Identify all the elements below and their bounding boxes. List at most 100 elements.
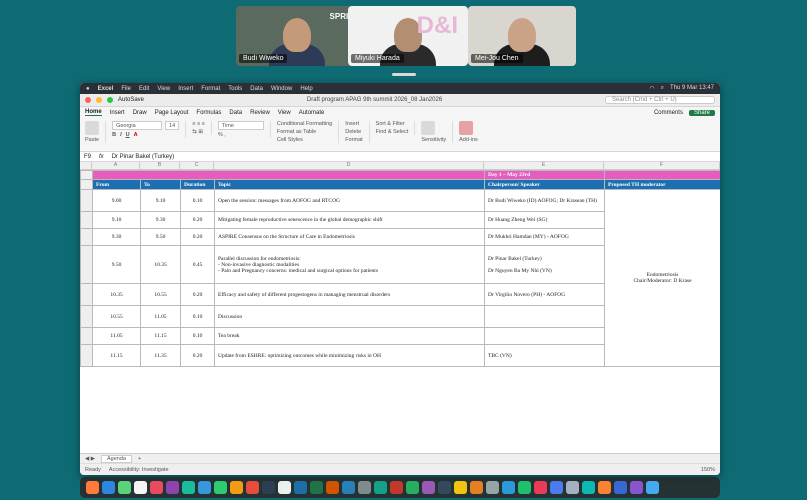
dock-app-icon[interactable] <box>486 481 499 494</box>
dock-app-icon[interactable] <box>470 481 483 494</box>
cell-to[interactable]: 9.30 <box>140 211 181 229</box>
row-number[interactable] <box>80 344 93 367</box>
column-header[interactable]: C <box>180 162 214 169</box>
cell-moderator[interactable]: Endometriosis Chair/Moderator: D Krase <box>604 189 720 367</box>
dock-app-icon[interactable] <box>150 481 163 494</box>
menu-format[interactable]: Format <box>201 86 220 92</box>
menu-insert[interactable]: Insert <box>178 86 193 92</box>
cell-from[interactable]: 10.35 <box>92 283 141 306</box>
dock-app-icon[interactable] <box>502 481 515 494</box>
insert-button[interactable]: Insert <box>345 121 362 127</box>
cell-duration[interactable]: 0.20 <box>180 344 215 367</box>
cell-to[interactable]: 11.35 <box>140 344 181 367</box>
video-tile-budi[interactable]: SPRIN Budi Wiweko <box>236 6 358 66</box>
cell-speaker[interactable] <box>484 305 605 328</box>
header-moderator[interactable]: Proposed TH moderator <box>604 179 720 190</box>
sort-filter-button[interactable]: Sort & Filter <box>376 121 409 127</box>
format-as-table-button[interactable]: Format as Table <box>277 129 332 135</box>
cell-duration[interactable]: 0.10 <box>180 305 215 328</box>
align-icon[interactable]: ≡ ≡ ≡ <box>192 121 205 127</box>
dock-app-icon[interactable] <box>166 481 179 494</box>
row-number[interactable] <box>80 179 93 190</box>
dock-app-icon[interactable] <box>646 481 659 494</box>
font-name-select[interactable]: Georgia <box>112 121 163 130</box>
dock-app-icon[interactable] <box>614 481 627 494</box>
clock[interactable]: Thu 9 Mar 13:47 <box>670 85 714 92</box>
table-cell[interactable] <box>604 170 720 180</box>
conditional-formatting-button[interactable]: Conditional Formatting <box>277 121 332 127</box>
spreadsheet-grid[interactable]: Day 1 – May 23rd From To Duration Topic … <box>80 170 720 410</box>
table-cell[interactable] <box>92 170 485 180</box>
dock-app-icon[interactable] <box>630 481 643 494</box>
cell-topic[interactable]: ASPIRE Consensus on the Structure of Car… <box>214 228 485 246</box>
sensitivity-icon[interactable] <box>421 121 436 135</box>
cell-duration[interactable]: 0.20 <box>180 228 215 246</box>
dock-app-icon[interactable] <box>342 481 355 494</box>
delete-button[interactable]: Delete <box>345 129 362 135</box>
add-sheet-button[interactable]: + <box>138 456 141 462</box>
video-tile-mei-jou[interactable]: Mei-Jou Chen <box>468 6 576 66</box>
format-button[interactable]: Format <box>345 137 362 143</box>
cell-speaker[interactable] <box>484 327 605 345</box>
fill-color-icon[interactable]: A <box>134 132 138 138</box>
sheet-tab-agenda[interactable]: Agenda <box>101 454 132 463</box>
dock-app-icon[interactable] <box>294 481 307 494</box>
dock-app-icon[interactable] <box>454 481 467 494</box>
dock-app-icon[interactable] <box>118 481 131 494</box>
cell-from[interactable]: 10.55 <box>92 305 141 328</box>
row-number[interactable] <box>80 211 93 229</box>
row-number[interactable] <box>80 327 93 345</box>
paste-icon[interactable] <box>85 121 99 135</box>
tab-automate[interactable]: Automate <box>299 110 325 116</box>
number-format-select[interactable]: Time <box>217 121 264 130</box>
cell-speaker[interactable]: Dr Budi Wiweko (ID) AOFOG; Dr Krasean (T… <box>484 189 605 212</box>
cell-duration[interactable]: 0.10 <box>180 327 215 345</box>
header-speaker[interactable]: Chairperson/ Speaker <box>484 179 605 190</box>
cell-to[interactable]: 9.50 <box>140 228 181 246</box>
dock-app-icon[interactable] <box>310 481 323 494</box>
header-duration[interactable]: Duration <box>180 179 215 190</box>
cell-from[interactable]: 9.30 <box>92 228 141 246</box>
cell-styles-button[interactable]: Cell Styles <box>277 137 332 143</box>
dock-app-icon[interactable] <box>582 481 595 494</box>
column-header[interactable]: B <box>140 162 180 169</box>
cell-to[interactable]: 11.05 <box>140 305 181 328</box>
dock-app-icon[interactable] <box>198 481 211 494</box>
close-button[interactable] <box>85 97 91 103</box>
dock-app-icon[interactable] <box>438 481 451 494</box>
accessibility-status[interactable]: Accessibility: Investigate <box>109 467 169 473</box>
dock-app-icon[interactable] <box>374 481 387 494</box>
cell-duration[interactable]: 0.10 <box>180 189 215 212</box>
cell-from[interactable]: 9.10 <box>92 211 141 229</box>
underline-button[interactable]: U <box>126 132 130 138</box>
cell-speaker[interactable]: Dr Virgilio Novero (PH) - AOFOG <box>484 283 605 306</box>
cell-topic[interactable]: Update from ESHRE: optimizing outcomes w… <box>214 344 485 367</box>
tab-insert[interactable]: Insert <box>110 110 125 116</box>
cell-to[interactable]: 11.15 <box>140 327 181 345</box>
bold-button[interactable]: B <box>112 132 116 138</box>
dock-app-icon[interactable] <box>182 481 195 494</box>
dock-app-icon[interactable] <box>246 481 259 494</box>
dock-app-icon[interactable] <box>518 481 531 494</box>
row-number[interactable] <box>80 170 93 180</box>
cell-duration[interactable]: 0.45 <box>180 245 215 284</box>
header-from[interactable]: From <box>92 179 141 190</box>
cell-topic[interactable]: Parallel discussion for endometriosis: -… <box>214 245 485 284</box>
cell-speaker[interactable]: TBC (VN) <box>484 344 605 367</box>
wrap-icon[interactable]: ⇆ ⊞ <box>192 129 205 135</box>
dock-app-icon[interactable] <box>390 481 403 494</box>
percent-icon[interactable]: % , <box>218 132 264 138</box>
comments-button[interactable]: Comments <box>654 110 683 116</box>
row-number[interactable] <box>80 189 93 212</box>
cell-reference[interactable]: F9 <box>84 154 91 160</box>
tab-home[interactable]: Home <box>85 109 102 116</box>
apple-icon[interactable]: ● <box>86 86 90 92</box>
cell-topic[interactable]: Mitigating female reproductive senescenc… <box>214 211 485 229</box>
dock-app-icon[interactable] <box>358 481 371 494</box>
menu-file[interactable]: File <box>121 86 131 92</box>
search-icon[interactable]: ⌕ <box>661 85 664 92</box>
search-input[interactable]: Search (Cmd + Ctrl + U) <box>605 96 715 104</box>
cell-speaker[interactable]: Dr Huang Zheng Wei (SG) <box>484 211 605 229</box>
menu-data[interactable]: Data <box>250 86 263 92</box>
autosave-toggle[interactable]: AutoSave <box>118 97 144 103</box>
